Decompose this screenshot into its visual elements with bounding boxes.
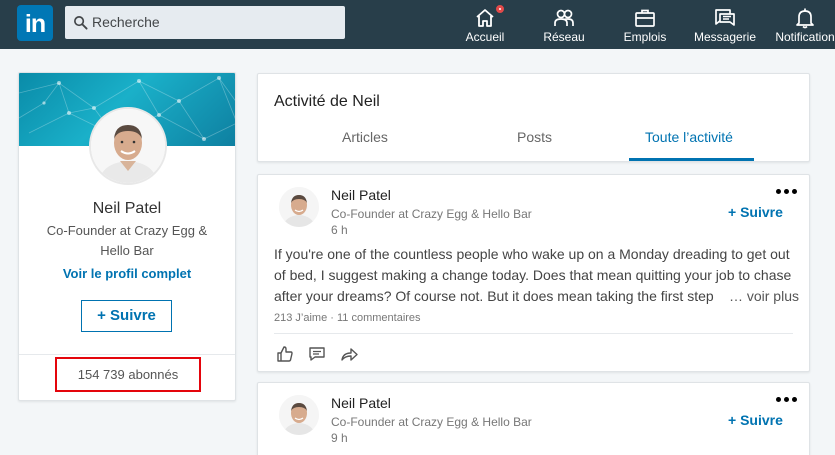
like-icon[interactable] [276, 345, 294, 363]
profile-card: Neil Patel Co-Founder at Crazy Egg & Hel… [18, 72, 236, 401]
profile-headline: Co-Founder at Crazy Egg & Hello Bar [46, 223, 208, 258]
linkedin-logo[interactable]: in [17, 5, 53, 41]
nav-item-notifications[interactable]: Notification [766, 0, 835, 49]
person-portrait-graphic [279, 395, 319, 435]
person-portrait-graphic [91, 109, 165, 183]
post-author-avatar[interactable] [279, 395, 319, 435]
nav-item-emplois[interactable]: Emplois [606, 0, 684, 49]
post-text-line: after your dreams? Of course not. But it… [274, 288, 714, 304]
followers-count: 154 739 abonnés [55, 357, 201, 392]
post-follow-button[interactable]: + Suivre [728, 412, 783, 428]
follow-label: Suivre [740, 204, 783, 220]
post-text: If you're one of the countless people wh… [274, 244, 799, 307]
post-follow-button[interactable]: + Suivre [728, 204, 783, 220]
briefcase-icon [635, 9, 655, 27]
profile-follow-button[interactable]: + Suivre [81, 300, 172, 332]
divider [274, 333, 793, 334]
network-icon [554, 9, 574, 26]
search-placeholder: Recherche [92, 14, 160, 30]
nav-item-label: Messagerie [693, 30, 757, 44]
post-author-headline: Co-Founder at Crazy Egg & Hello Bar [331, 415, 532, 429]
see-more-link[interactable]: … voir plus [729, 286, 799, 307]
plus-icon: + [97, 307, 106, 324]
nav-item-label: Réseau [543, 30, 585, 44]
likes-count[interactable]: 213 J’aime [274, 312, 327, 324]
nav-item-reseau[interactable]: Réseau [525, 0, 603, 49]
activity-post: Neil Patel Co-Founder at Crazy Egg & Hel… [257, 174, 810, 372]
post-timestamp: 9 h [331, 431, 348, 445]
divider [19, 354, 235, 355]
bell-icon [796, 8, 814, 29]
post-text-line: If you're one of the countless people wh… [274, 246, 790, 262]
post-text-line: of bed, I suggest making a change today.… [274, 267, 792, 283]
post-social-counts: 213 J’aime · 11 commentaires [274, 312, 421, 324]
post-timestamp: 6 h [331, 223, 348, 237]
post-author-avatar[interactable] [279, 187, 319, 227]
search-icon [74, 16, 88, 30]
nav-item-label: Accueil [465, 30, 505, 44]
post-author-name[interactable]: Neil Patel [331, 395, 391, 411]
follow-label: Suivre [110, 307, 156, 324]
more-options-icon[interactable] [776, 397, 798, 403]
tab-articles[interactable]: Articles [342, 129, 388, 145]
nav-item-accueil[interactable]: Accueil [446, 0, 524, 49]
more-options-icon[interactable] [776, 189, 798, 195]
comments-count[interactable]: 11 commentaires [337, 312, 421, 324]
nav-item-messagerie[interactable]: Messagerie [686, 0, 764, 49]
person-portrait-graphic [279, 187, 319, 227]
top-navigation-bar: in Recherche Accueil Réseau Emplois Mess… [0, 0, 835, 49]
post-author-name[interactable]: Neil Patel [331, 187, 391, 203]
activity-post: Neil Patel Co-Founder at Crazy Egg & Hel… [257, 382, 810, 455]
post-author-headline: Co-Founder at Crazy Egg & Hello Bar [331, 207, 532, 221]
notification-badge [494, 3, 506, 15]
plus-icon: + [728, 204, 737, 220]
comment-icon[interactable] [308, 345, 326, 363]
profile-name: Neil Patel [92, 200, 162, 217]
plus-icon: + [728, 412, 737, 428]
follow-label: Suivre [740, 412, 783, 428]
profile-avatar[interactable] [89, 107, 167, 185]
nav-item-label: Notification [775, 30, 835, 44]
share-icon[interactable] [340, 345, 358, 363]
search-input[interactable]: Recherche [65, 6, 345, 39]
messaging-icon [715, 9, 735, 26]
tab-all-activity[interactable]: Toute l’activité [645, 129, 733, 145]
activity-title: Activité de Neil [274, 93, 380, 110]
active-tab-indicator [629, 158, 754, 161]
nav-item-label: Emplois [623, 30, 667, 44]
separator-dot: · [330, 312, 334, 324]
view-full-profile-link[interactable]: Voir le profil complet [19, 266, 235, 281]
activity-header-card: Activité de Neil Articles Posts Toute l’… [257, 73, 810, 162]
tab-posts[interactable]: Posts [517, 129, 552, 145]
